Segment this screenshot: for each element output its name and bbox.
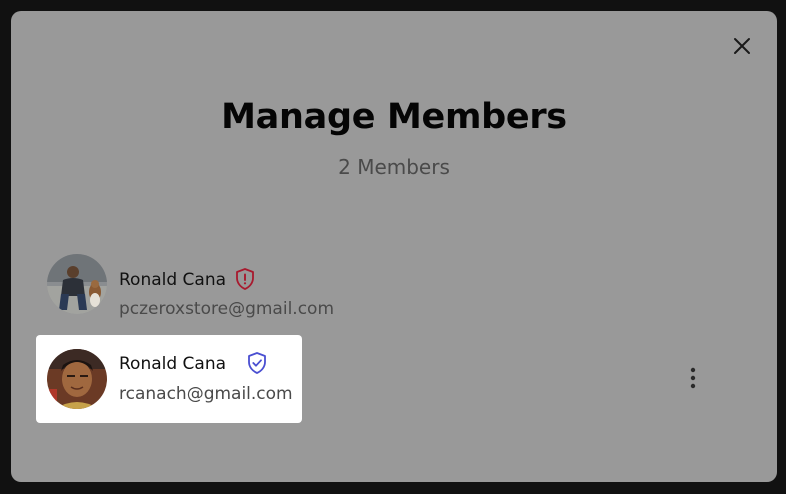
- member-row-selected[interactable]: Ronald Cana rcanach@gmail.com: [36, 335, 302, 423]
- member-options-button[interactable]: [684, 365, 702, 391]
- close-icon: [734, 38, 750, 54]
- member-name: Ronald Cana: [119, 354, 227, 374]
- avatar: [47, 254, 107, 314]
- shield-alert-icon: [234, 267, 256, 291]
- member-name: Ronald Cana: [119, 270, 227, 290]
- member-email: rcanach@gmail.com: [119, 384, 293, 404]
- member-email: pczeroxstore@gmail.com: [119, 299, 334, 319]
- close-button[interactable]: [731, 35, 753, 57]
- modal-title: Manage Members: [221, 97, 567, 137]
- manage-members-modal: Manage Members 2 Members Ronald Cana pcz…: [11, 11, 777, 482]
- more-vertical-icon: [690, 367, 696, 389]
- member-row[interactable]: Ronald Cana pczeroxstore@gmail.com: [36, 238, 334, 326]
- member-count: 2 Members: [338, 155, 450, 179]
- avatar: [47, 349, 107, 409]
- shield-check-icon: [246, 351, 268, 375]
